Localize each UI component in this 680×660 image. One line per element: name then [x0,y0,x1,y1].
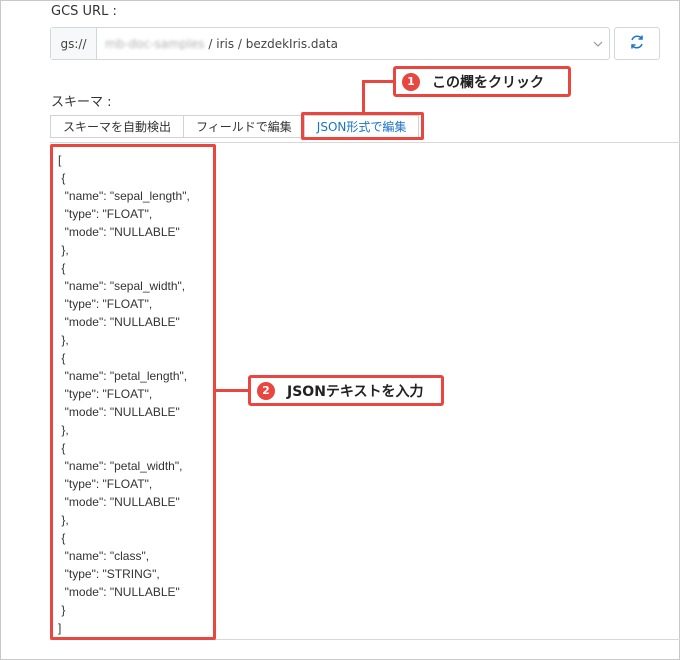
step-2-badge: 2 [257,381,275,400]
refresh-button[interactable] [614,27,660,60]
gcs-prefix: gs:// [51,28,97,59]
leader-line-2 [216,389,249,392]
gcs-path-input[interactable]: mb-doc-samples / iris / bezdekIris.data [97,37,587,51]
refresh-icon [629,34,645,54]
annotation-step-2: 2 JSONテキストを入力 [248,375,444,406]
step-1-text: この欄をクリック [432,74,544,91]
chevron-down-icon[interactable] [587,28,609,59]
gcs-url-field[interactable]: gs:// mb-doc-samples / iris / bezdekIris… [50,27,610,60]
tab-edit-fields[interactable]: フィールドで編集 [183,115,304,138]
editor-top-border [50,142,680,143]
gcs-path-text: / iris / bezdekIris.data [208,36,338,51]
leader-line-1-horizontal [362,80,394,83]
annotation-step-1: 1 この欄をクリック [393,66,571,97]
tab-auto-detect[interactable]: スキーマを自動検出 [50,115,184,138]
step-2-text: JSONテキストを入力 [287,383,424,400]
schema-label: スキーマ : [51,95,112,110]
step-1-badge: 1 [402,72,420,91]
bucket-name-blurred: mb-doc-samples [105,36,205,51]
json-schema-text[interactable]: [ { "name": "sepal_length", "type": "FLO… [58,151,190,637]
json-schema-editor[interactable]: [ { "name": "sepal_length", "type": "FLO… [50,144,216,640]
gcs-url-label: GCS URL : [51,4,117,19]
tab-highlight-annotation [301,112,424,140]
leader-line-1-vertical [362,80,365,113]
